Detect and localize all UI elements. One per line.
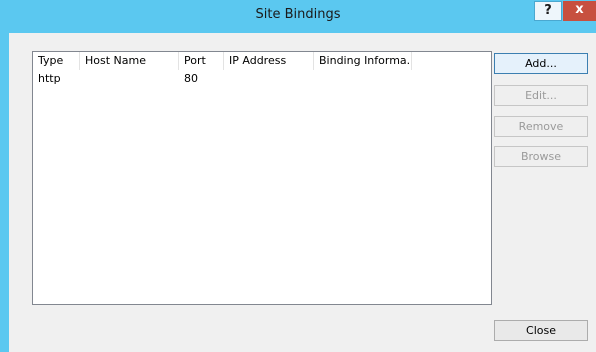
remove-button[interactable]: Remove bbox=[494, 116, 588, 137]
browse-button[interactable]: Browse bbox=[494, 146, 588, 167]
site-bindings-dialog: Site Bindings ? x Type Host Name Port IP… bbox=[0, 0, 596, 352]
add-button[interactable]: Add... bbox=[494, 53, 588, 74]
title-bar[interactable]: Site Bindings ? x bbox=[0, 0, 596, 33]
column-header-host-name[interactable]: Host Name bbox=[80, 52, 179, 70]
column-header-port[interactable]: Port bbox=[179, 52, 224, 70]
column-header-binding-information[interactable]: Binding Informa... bbox=[314, 52, 412, 70]
window-title: Site Bindings bbox=[255, 7, 341, 22]
cell-type: http bbox=[38, 72, 61, 85]
close-button[interactable]: Close bbox=[494, 320, 588, 341]
help-button[interactable]: ? bbox=[534, 1, 562, 21]
cell-binding-information bbox=[314, 71, 412, 87]
column-header-ip-address[interactable]: IP Address bbox=[224, 52, 314, 70]
bindings-list[interactable]: Type Host Name Port IP Address Binding I… bbox=[32, 51, 492, 305]
list-header: Type Host Name Port IP Address Binding I… bbox=[33, 52, 491, 70]
dialog-body: Type Host Name Port IP Address Binding I… bbox=[9, 33, 596, 352]
table-row[interactable]: http 80 bbox=[33, 71, 491, 87]
close-window-button[interactable]: x bbox=[563, 1, 596, 21]
cell-ip-address bbox=[224, 71, 314, 87]
cell-host-name bbox=[80, 71, 179, 87]
column-header-type[interactable]: Type bbox=[33, 52, 80, 70]
cell-port: 80 bbox=[184, 72, 198, 85]
edit-button[interactable]: Edit... bbox=[494, 85, 588, 106]
